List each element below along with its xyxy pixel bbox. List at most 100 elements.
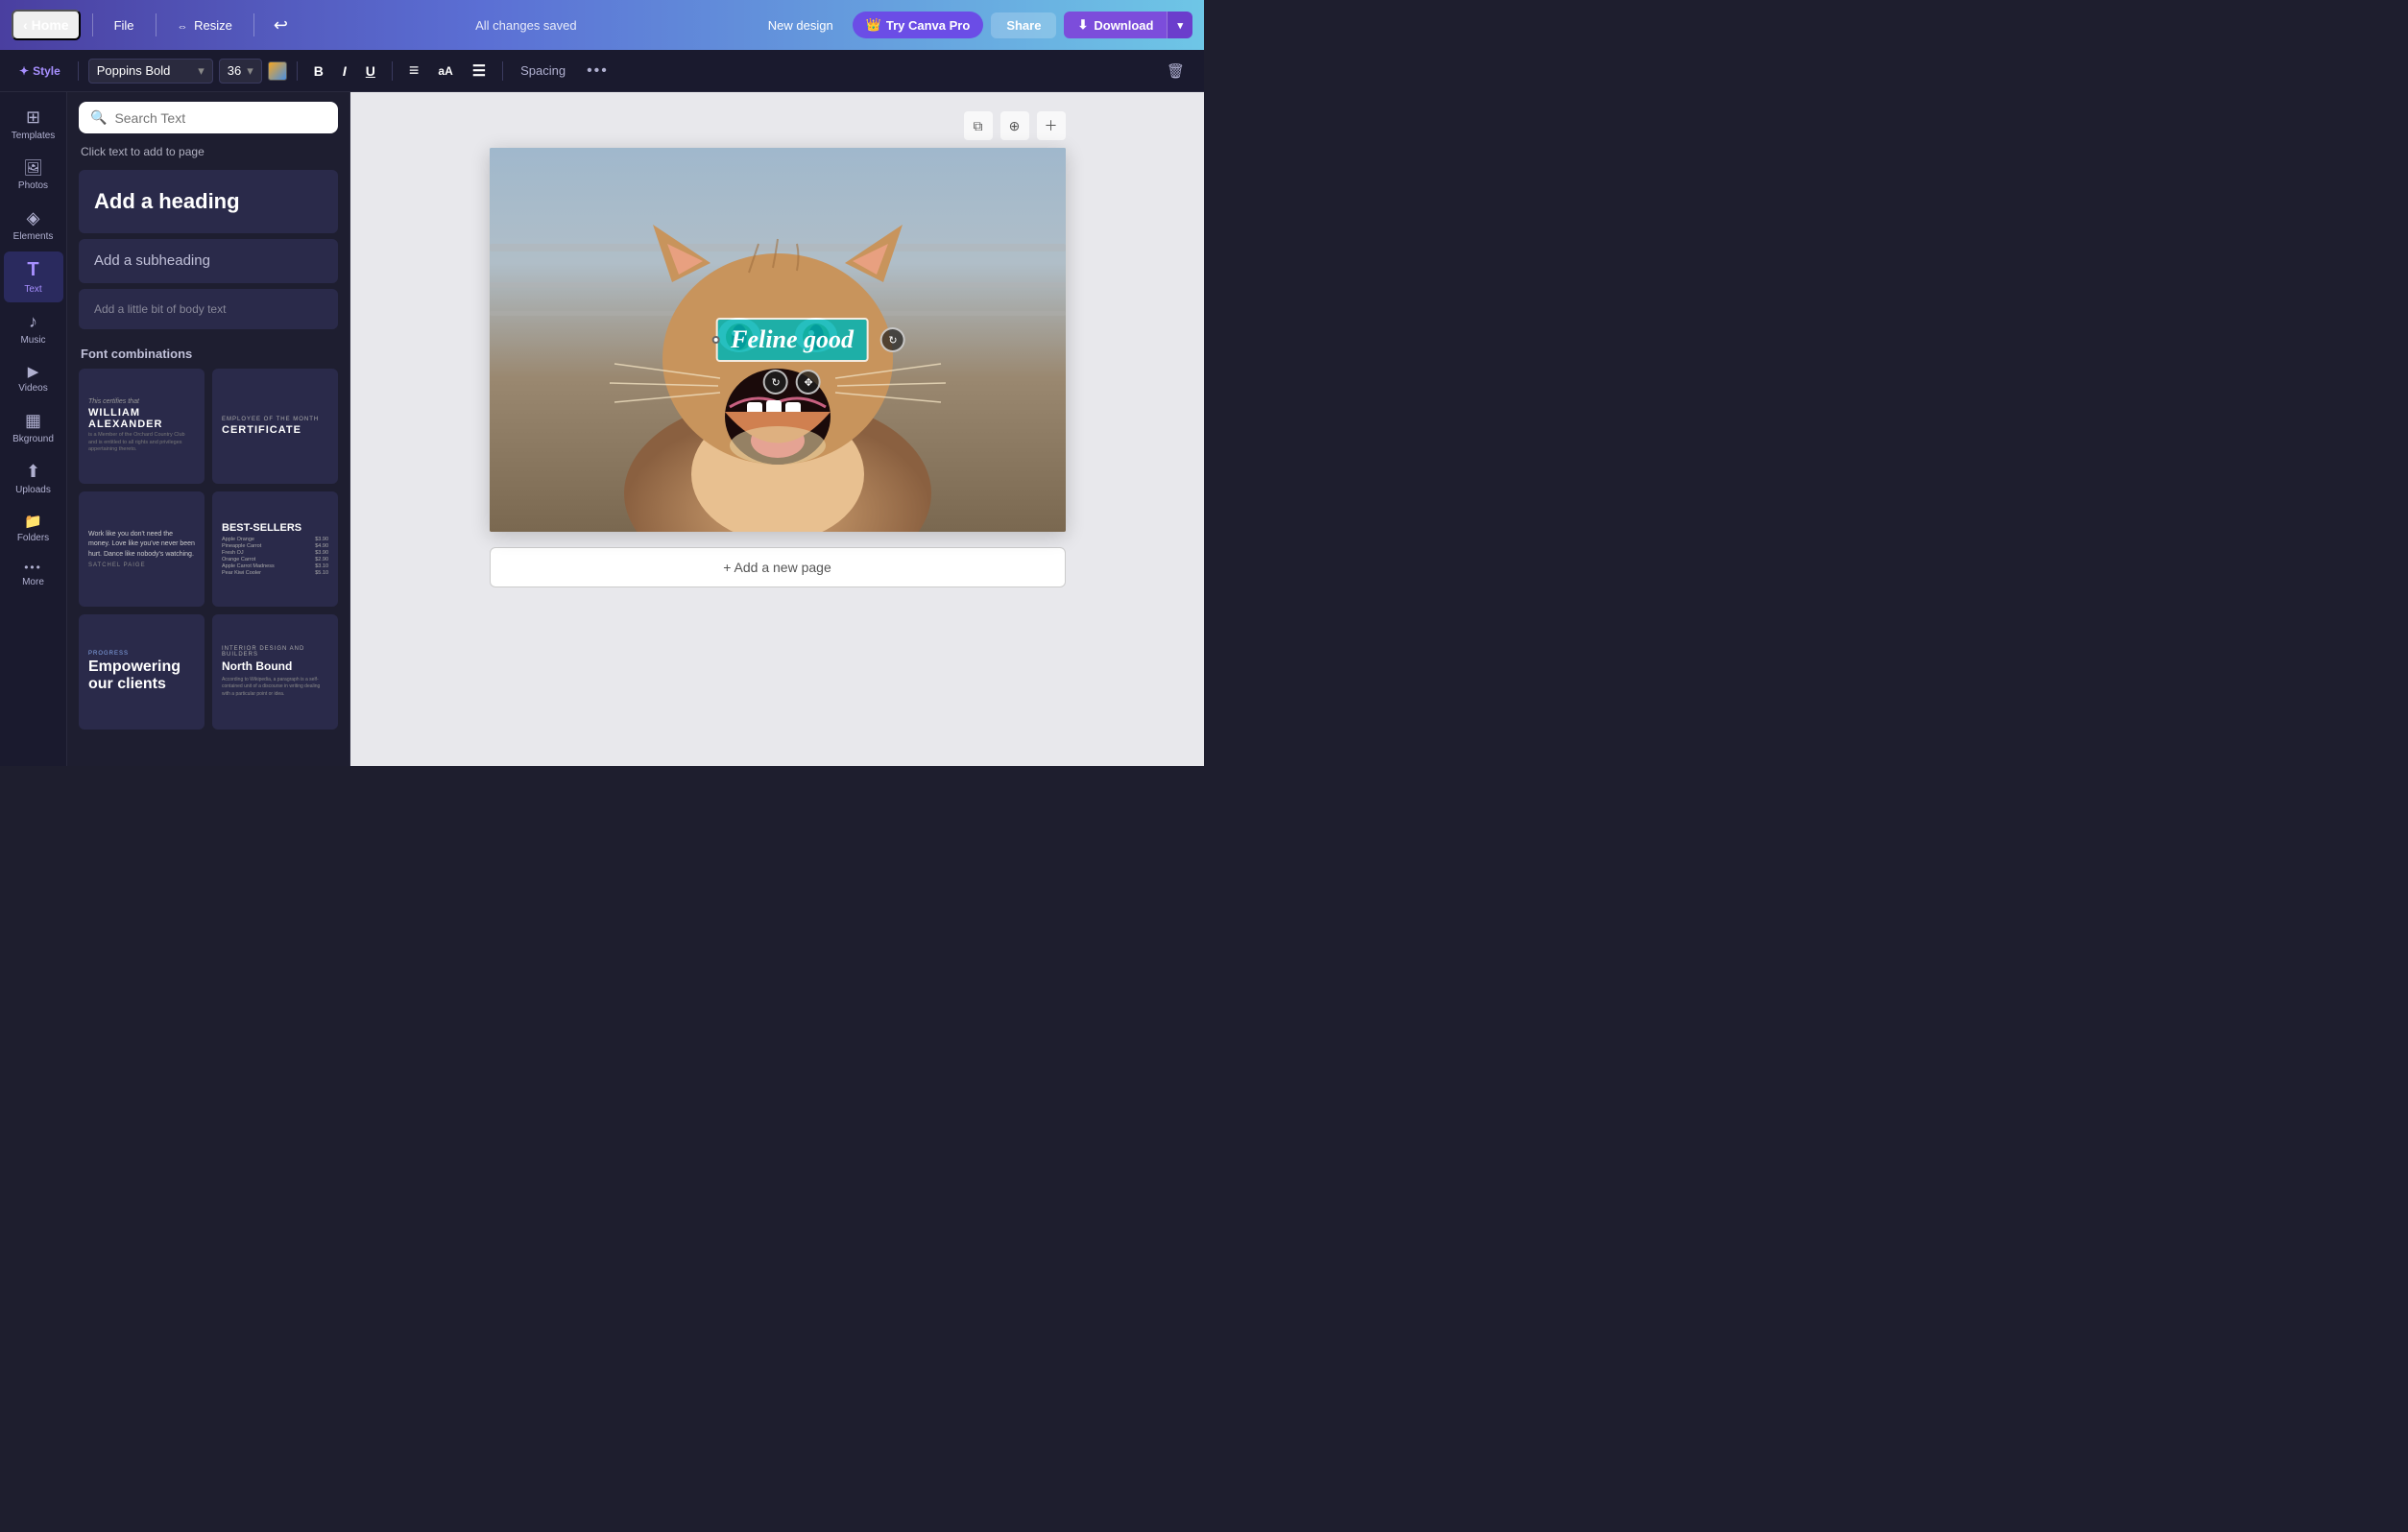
fc4-item-5: Apple Carrot Madness$3.10 xyxy=(222,563,328,569)
elements-label: Elements xyxy=(13,231,54,242)
download-chevron-button[interactable]: ▾ xyxy=(1167,12,1192,38)
resize-button[interactable]: ⇔ Resize xyxy=(168,12,242,38)
add-subheading-button[interactable]: Add a subheading xyxy=(79,239,338,283)
sidebar-item-photos[interactable]: 🖼 Photos xyxy=(4,151,63,199)
top-nav: ‹ Home File ⇔ Resize ↩ All changes saved… xyxy=(0,0,1204,50)
more-label: More xyxy=(22,577,44,587)
canvas-frame[interactable]: Feline good ↻ ↻ ✥ xyxy=(490,148,1066,532)
cat-image: Feline good ↻ ↻ ✥ xyxy=(490,148,1066,532)
canvas-area[interactable]: ⧉ ⊕ ＋ xyxy=(350,92,1204,766)
style-button[interactable]: ✦ Style xyxy=(12,60,68,82)
file-button[interactable]: File xyxy=(105,12,144,38)
undo-button[interactable]: ↩ xyxy=(266,12,296,39)
templates-icon: ⊞ xyxy=(26,108,40,128)
list-button[interactable]: ☰ xyxy=(466,59,493,84)
sidebar-item-videos[interactable]: ▶ Videos xyxy=(4,355,63,401)
font-combo-card-6[interactable]: INTERIOR DESIGN AND BUILDERS North Bound… xyxy=(212,614,338,730)
fc4-title: BEST-SELLERS xyxy=(222,522,328,534)
heading-label: Add a heading xyxy=(94,189,240,213)
fc4-item-6: Pear Kiwi Cooler$5.10 xyxy=(222,570,328,576)
nav-divider2 xyxy=(156,13,157,36)
music-icon: ♪ xyxy=(29,312,37,332)
design-text[interactable]: Feline good xyxy=(717,320,867,360)
italic-button[interactable]: I xyxy=(336,60,353,82)
elements-icon: ◈ xyxy=(27,208,40,228)
search-input[interactable] xyxy=(114,110,326,126)
sidebar-item-background[interactable]: ▦ Bkground xyxy=(4,403,63,452)
fc4-item-2: Pineapple Carrot$4.90 xyxy=(222,543,328,549)
align-button[interactable]: ≡ xyxy=(402,58,426,84)
download-button[interactable]: ⬇ Download xyxy=(1064,12,1167,38)
music-label: Music xyxy=(20,335,45,346)
font-size-selector[interactable]: 36 ▾ xyxy=(219,59,262,84)
font-selector[interactable]: Poppins Bold ▾ xyxy=(88,59,213,84)
canvas-add-button[interactable]: ＋ xyxy=(1037,111,1066,140)
design-text-box[interactable]: Feline good ↻ ↻ ✥ xyxy=(717,320,867,360)
uploads-label: Uploads xyxy=(15,485,51,495)
fc4-item-3: Fresh OJ$3.90 xyxy=(222,550,328,556)
selection-handle xyxy=(711,336,719,344)
download-group: ⬇ Download ▾ xyxy=(1064,12,1192,38)
fc1-body: is a Member of the Orchard Country Club … xyxy=(88,432,195,454)
add-page-button[interactable]: + Add a new page xyxy=(490,547,1066,587)
fc6-subtitle: INTERIOR DESIGN AND BUILDERS xyxy=(222,646,328,658)
font-combo-card-4[interactable]: BEST-SELLERS Apple Orange$3.90 Pineapple… xyxy=(212,491,338,607)
font-combo-card-5[interactable]: PROGRESS Empowering our clients xyxy=(79,614,205,730)
underline-button[interactable]: U xyxy=(359,60,382,82)
fc4-items: Apple Orange$3.90 Pineapple Carrot$4.90 … xyxy=(222,537,328,576)
try-pro-button[interactable]: 👑 Try Canva Pro xyxy=(853,12,984,38)
sidebar-item-more[interactable]: ••• More xyxy=(4,553,63,595)
font-combo-card-2[interactable]: EMPLOYEE OF THE MONTH CERTIFICATE xyxy=(212,369,338,484)
toolbar: ✦ Style Poppins Bold ▾ 36 ▾ B I U ≡ aA ☰… xyxy=(0,50,1204,92)
text-panel: 🔍 Click text to add to page Add a headin… xyxy=(67,92,350,766)
delete-button[interactable]: 🗑 xyxy=(1159,59,1192,84)
back-chevron-icon: ‹ xyxy=(23,17,28,33)
home-label: Home xyxy=(32,17,69,33)
add-body-button[interactable]: Add a little bit of body text xyxy=(79,289,338,329)
new-design-button[interactable]: New design xyxy=(757,12,845,38)
fc3-author: SATCHEL PAIGE xyxy=(88,563,195,568)
videos-label: Videos xyxy=(18,383,47,394)
sidebar: ⊞ Templates 🖼 Photos ◈ Elements T Text ♪… xyxy=(0,92,67,766)
canvas-duplicate-button[interactable]: ⊕ xyxy=(1000,111,1029,140)
fc6-title: North Bound xyxy=(222,659,328,673)
folders-label: Folders xyxy=(17,533,49,543)
fc3-quote: Work like you don't need the money. Love… xyxy=(88,530,195,561)
sidebar-item-folders[interactable]: 📁 Folders xyxy=(4,505,63,551)
fc2-title: CERTIFICATE xyxy=(222,424,328,436)
search-bar: 🔍 xyxy=(79,102,338,133)
color-picker[interactable] xyxy=(268,61,287,81)
font-combo-card-1[interactable]: This certifies that WILLIAM ALEXANDER is… xyxy=(79,369,205,484)
share-button[interactable]: Share xyxy=(991,12,1056,38)
nav-divider3 xyxy=(253,13,254,36)
font-combo-card-3[interactable]: Work like you don't need the money. Love… xyxy=(79,491,205,607)
font-combo-grid: This certifies that WILLIAM ALEXANDER is… xyxy=(67,369,349,741)
text-move-button[interactable]: ✥ xyxy=(796,370,821,395)
sidebar-item-music[interactable]: ♪ Music xyxy=(4,304,63,353)
more-icon: ••• xyxy=(24,561,42,574)
sidebar-item-templates[interactable]: ⊞ Templates xyxy=(4,100,63,149)
more-options-button[interactable]: ••• xyxy=(579,59,616,84)
all-changes-saved: All changes saved xyxy=(303,18,749,33)
search-icon: 🔍 xyxy=(90,109,107,126)
nav-divider xyxy=(92,13,93,36)
tb-sep4 xyxy=(502,61,503,81)
spacing-button[interactable]: Spacing xyxy=(513,60,573,82)
add-heading-button[interactable]: Add a heading xyxy=(79,170,338,233)
size-chevron-icon: ▾ xyxy=(247,63,253,79)
text-rotate-button[interactable]: ↻ xyxy=(763,370,788,395)
tb-sep2 xyxy=(297,61,298,81)
home-button[interactable]: ‹ Home xyxy=(12,10,81,40)
sidebar-item-text[interactable]: T Text xyxy=(4,251,63,302)
rotate-handle[interactable]: ↻ xyxy=(880,327,905,352)
bold-button[interactable]: B xyxy=(307,60,330,82)
subheading-label: Add a subheading xyxy=(94,252,210,269)
fc1-subtitle: This certifies that xyxy=(88,398,195,405)
canvas-copy-button[interactable]: ⧉ xyxy=(964,111,993,140)
fc6-body: According to Wikipedia, a paragraph is a… xyxy=(222,677,328,699)
sidebar-item-uploads[interactable]: ⬆ Uploads xyxy=(4,454,63,503)
sidebar-item-elements[interactable]: ◈ Elements xyxy=(4,201,63,250)
photos-label: Photos xyxy=(18,180,48,191)
case-button[interactable]: aA xyxy=(431,61,459,81)
font-chevron-icon: ▾ xyxy=(198,63,205,79)
